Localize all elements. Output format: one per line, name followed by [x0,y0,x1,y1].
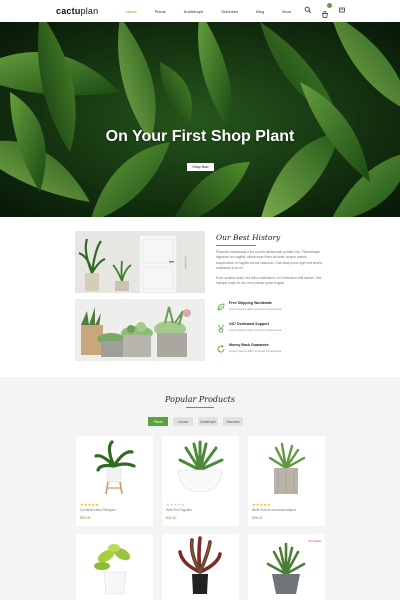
history-paragraph-1: Phasellus malesuada a leo a porta ullamc… [216,250,323,270]
site-header: cactuplan Home Plants Auldetraph Glachee… [0,0,400,22]
product-card[interactable] [162,534,239,600]
history-section: Our Best History Phasellus malesuada a l… [0,217,400,377]
main-nav: Home Plants Auldetraph Glachees Blog Mor… [126,9,309,14]
tab-plants[interactable]: Plants [148,417,168,426]
popular-title: Popular Products [165,395,235,404]
product-card[interactable] [76,534,153,600]
feature-shipping: Free Shipping Worldwide Lorem ipsum dolo… [216,301,336,315]
history-paragraph-2: Proin sodales lorem nec tellus vestibulu… [216,276,322,286]
room-plants-image [75,231,205,293]
hero-banner: On Your First Shop Plant Shop Now [0,22,400,217]
cart-badge [327,3,332,8]
feature-money-back: Money Back Guarantee Lorem ipsum dolor s… [216,343,336,357]
history-title-underline [216,245,256,246]
tab-auldetraph[interactable]: Auldetraph [198,417,218,426]
cart-icon [322,11,328,18]
product-name[interactable]: Nulla Viverra accumsan aliquet [252,508,296,512]
cart-button[interactable] [321,3,332,18]
popular-title-underline [186,407,214,408]
nav-plants[interactable]: Plants [155,9,166,14]
product-card[interactable]: ★★★★★ Nulla Viverra accumsan aliquet $35… [248,436,325,526]
product-price: $35.00 [252,516,263,520]
product-image [76,534,153,600]
logo[interactable]: cactuplan [56,6,98,16]
product-image [248,534,325,600]
product-image [76,436,153,500]
product-price: $32.00 [166,516,177,520]
product-image [162,534,239,600]
leaf-icon [217,303,225,311]
product-image [162,436,239,500]
feature-title: 24/7 Dedicated Support [229,322,269,326]
hero-title: On Your First Shop Plant [105,128,295,145]
hero-leaves-image [0,22,400,217]
product-tabs: Plants Cactus Auldetraph Glachees [148,417,243,426]
sale-badge: ON SALE [307,539,321,543]
popular-products-section: Popular Products Plants Cactus Auldetrap… [0,377,400,600]
tab-glachees[interactable]: Glachees [223,417,243,426]
product-price: $59.00 [80,516,91,520]
history-title: Our Best History [216,233,281,242]
refresh-icon [217,344,225,353]
nav-auldetraph[interactable]: Auldetraph [184,9,203,14]
tab-cactus[interactable]: Cactus [173,417,193,426]
product-name[interactable]: Cumirisen wios Pleriques [80,508,116,512]
feature-desc: Lorem ipsum dolor sit amet consectetur [229,328,282,332]
product-name[interactable]: Reis Sint Faguiten [166,508,192,512]
product-image [248,436,325,500]
product-card[interactable]: ★★★★★ Reis Sint Faguiten $32.00 [162,436,239,526]
feature-desc: Lorem ipsum dolor sit amet consectetur [229,349,282,353]
feature-support: 24/7 Dedicated Support Lorem ipsum dolor… [216,322,336,336]
rating-stars: ★★★★★ [80,502,99,507]
nav-home[interactable]: Home [126,9,137,14]
product-card[interactable]: ON SALE [248,534,325,600]
settings-icon[interactable] [338,6,346,14]
shop-now-button[interactable]: Shop Now [187,163,214,171]
search-icon[interactable] [304,6,312,14]
nav-blog[interactable]: Blog [256,9,264,14]
rating-stars: ★★★★★ [166,502,185,507]
nav-glachees[interactable]: Glachees [221,9,238,14]
feature-desc: Lorem ipsum dolor sit amet consectetur [229,307,282,311]
rating-stars: ★★★★★ [252,502,271,507]
feature-title: Free Shipping Worldwide [229,301,273,305]
product-card[interactable]: ★★★★★ Cumirisen wios Pleriques $59.00 [76,436,153,526]
feature-title: Money Back Guarantee [229,343,269,347]
plant-pot-icon [217,324,225,333]
nav-more[interactable]: More [282,9,291,14]
succulents-image [75,299,205,361]
